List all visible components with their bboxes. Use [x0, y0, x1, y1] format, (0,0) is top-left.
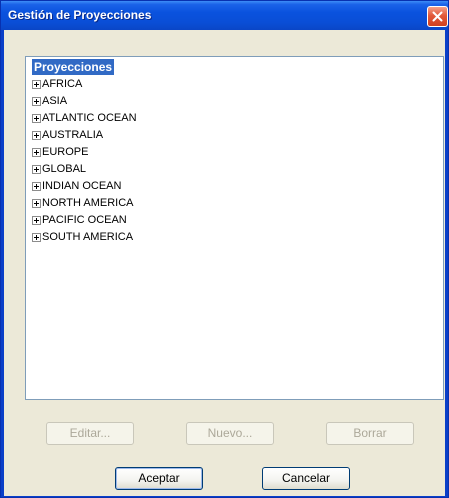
- plus-box-icon[interactable]: [32, 233, 41, 242]
- accept-button[interactable]: Aceptar: [115, 467, 203, 490]
- tree-node-label: ASIA: [42, 95, 68, 107]
- tree-node-label: AFRICA: [42, 78, 83, 90]
- plus-box-icon[interactable]: [32, 131, 41, 140]
- dialog-window: Gestión de Proyecciones Proyecciones AFR…: [0, 0, 449, 498]
- plus-box-icon[interactable]: [32, 148, 41, 157]
- delete-button[interactable]: Borrar: [326, 422, 414, 445]
- tree-node-label: INDIAN OCEAN: [42, 180, 122, 192]
- dialog-body: Proyecciones AFRICA ASIA ATLANTIC OCEAN …: [4, 30, 445, 496]
- tree-root-label[interactable]: Proyecciones: [32, 59, 115, 75]
- title-bar[interactable]: Gestión de Proyecciones: [1, 1, 448, 30]
- tree-node-label: SOUTH AMERICA: [42, 231, 134, 243]
- projection-tree[interactable]: Proyecciones AFRICA ASIA ATLANTIC OCEAN …: [25, 56, 444, 400]
- window-title: Gestión de Proyecciones: [8, 8, 152, 22]
- close-icon: [432, 11, 443, 22]
- plus-box-icon[interactable]: [32, 199, 41, 208]
- tree-node-label: PACIFIC OCEAN: [42, 214, 127, 226]
- tree-node-label: ATLANTIC OCEAN: [42, 112, 137, 124]
- close-button[interactable]: [427, 6, 448, 27]
- plus-box-icon[interactable]: [32, 114, 41, 123]
- cancel-button[interactable]: Cancelar: [262, 467, 350, 490]
- tree-node-label: GLOBAL: [42, 163, 87, 175]
- tree-node-label: NORTH AMERICA: [42, 197, 134, 209]
- plus-box-icon[interactable]: [32, 165, 41, 174]
- plus-box-icon[interactable]: [32, 80, 41, 89]
- tree-node-label: AUSTRALIA: [42, 129, 104, 141]
- new-button[interactable]: Nuevo...: [186, 422, 274, 445]
- plus-box-icon[interactable]: [32, 97, 41, 106]
- edit-button[interactable]: Editar...: [46, 422, 134, 445]
- plus-box-icon[interactable]: [32, 182, 41, 191]
- tree-node-label: EUROPE: [42, 146, 89, 158]
- plus-box-icon[interactable]: [32, 216, 41, 225]
